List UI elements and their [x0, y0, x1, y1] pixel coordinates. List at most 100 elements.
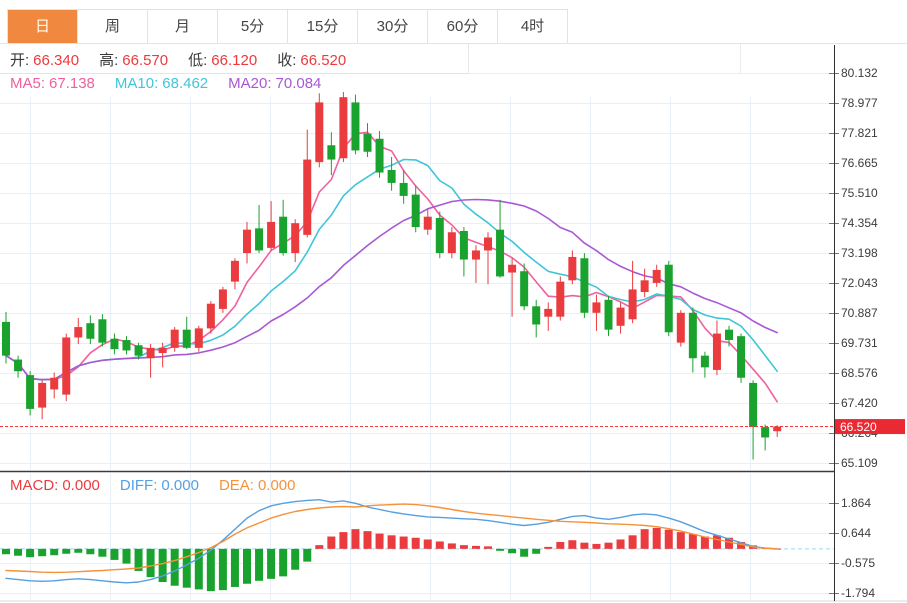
macd-hist-bar	[14, 549, 22, 556]
axis-label-main: 65.109	[841, 456, 878, 470]
macd-hist-bar	[98, 549, 106, 557]
macd-hist-bar	[62, 549, 70, 554]
axis-label-main: 78.977	[841, 96, 878, 110]
macd-hist-bar	[364, 531, 372, 549]
macd-hist-bar	[460, 545, 468, 549]
macd-legend: MACD:0.000DIFF:0.000DEA:0.000	[10, 477, 316, 494]
macd-hist-bar	[291, 549, 299, 570]
macd-hist-bar	[339, 532, 347, 549]
axis-label-main: 72.043	[841, 276, 878, 290]
candle-body	[207, 304, 215, 329]
candle-body	[2, 322, 10, 356]
macd-hist-bar	[171, 549, 179, 586]
candle-body	[737, 336, 745, 378]
macd-hist-bar	[436, 541, 444, 548]
axis-label-main: 68.576	[841, 366, 878, 380]
legend-label-close: 收:	[277, 52, 296, 69]
macd-hist-bar	[556, 542, 564, 549]
legend-value-low: 66.120	[211, 52, 257, 69]
legend-item-diff: DIFF:0.000	[120, 477, 203, 494]
candle-body	[641, 280, 649, 292]
axis-label-main: 69.731	[841, 336, 878, 350]
macd-hist-bar	[74, 549, 82, 553]
candle-body	[183, 330, 191, 348]
candle-body	[520, 271, 528, 306]
candle-body	[159, 348, 167, 353]
macd-hist-bar	[532, 549, 540, 554]
tab-week[interactable]: 周	[78, 10, 148, 43]
legend-label-dea: DEA:	[219, 477, 254, 494]
candle-body	[26, 375, 34, 409]
ma-legend: MA5:67.138MA10:68.462MA20:70.084	[10, 75, 341, 92]
candle-body	[665, 265, 673, 333]
legend-item-low: 低:66.120	[188, 49, 261, 70]
candle-body	[592, 302, 600, 312]
candle-body	[231, 261, 239, 282]
macd-hist-bar	[496, 549, 504, 551]
macd-hist-bar	[701, 537, 709, 549]
candle-body	[255, 228, 263, 250]
candle-body	[86, 323, 94, 339]
candle-body	[412, 195, 420, 227]
candle-body	[725, 330, 733, 340]
ma10-line	[6, 160, 777, 380]
candle-body	[701, 356, 709, 368]
candle-body	[219, 289, 227, 308]
candle-body	[629, 289, 637, 319]
candle-body	[617, 308, 625, 326]
macd-hist-bar	[279, 549, 287, 577]
axis-label-macd: -0.575	[841, 556, 875, 570]
axis-label-main: 73.198	[841, 246, 878, 260]
axis-label-main: 70.887	[841, 306, 878, 320]
tab-month[interactable]: 月	[148, 10, 218, 43]
candle-body	[605, 300, 613, 330]
tab-60min[interactable]: 60分	[428, 10, 498, 43]
legend-value-ma10: 68.462	[162, 75, 208, 92]
legend-item-open: 开:66.340	[10, 49, 83, 70]
legend-label-high: 高:	[99, 52, 118, 69]
candle-body	[749, 383, 757, 427]
candle-body	[376, 139, 384, 173]
macd-hist-bar	[605, 543, 613, 549]
legend-item-ma10: MA10:68.462	[115, 75, 212, 92]
legend-label-low: 低:	[188, 52, 207, 69]
candle-body	[147, 348, 155, 358]
macd-hist-bar	[183, 549, 191, 588]
candle-body	[544, 309, 552, 317]
macd-hist-bar	[484, 546, 492, 548]
tab-day[interactable]: 日	[8, 10, 78, 43]
legend-value-ma5: 67.138	[49, 75, 95, 92]
candle-body	[556, 282, 564, 317]
candle-body	[713, 334, 721, 370]
candle-body	[38, 383, 46, 408]
candle-body	[14, 360, 22, 372]
tab-5min[interactable]: 5分	[218, 10, 288, 43]
candle-body	[123, 340, 131, 350]
axis-label-macd: 1.864	[841, 496, 871, 510]
tab-15min[interactable]: 15分	[288, 10, 358, 43]
candle-body	[243, 230, 251, 253]
candle-body	[98, 319, 106, 342]
candle-body	[364, 134, 372, 152]
macd-hist-bar	[195, 549, 203, 590]
axis-label-main: 75.510	[841, 186, 878, 200]
candle-body	[303, 160, 311, 235]
legend-label-macd: MACD:	[10, 477, 58, 494]
candle-body	[472, 250, 480, 259]
tab-30min[interactable]: 30分	[358, 10, 428, 43]
candle-body	[532, 306, 540, 324]
axis-label-macd: 0.644	[841, 526, 871, 540]
macd-hist-bar	[520, 549, 528, 557]
tab-4hour[interactable]: 4时	[498, 10, 567, 43]
legend-value-high: 66.570	[122, 52, 168, 69]
candle-body	[50, 378, 58, 390]
macd-hist-bar	[544, 547, 552, 549]
candle-body	[74, 327, 82, 337]
candle-body	[327, 145, 335, 159]
timeframe-tabs: 日周月5分15分30分60分4时	[7, 9, 568, 43]
candle-body	[496, 230, 504, 277]
macd-hist-bar	[592, 544, 600, 549]
candle-body	[195, 328, 203, 347]
kline-app: 80.13278.97777.82176.66575.51074.35473.1…	[0, 0, 907, 603]
macd-hist-bar	[327, 537, 335, 549]
